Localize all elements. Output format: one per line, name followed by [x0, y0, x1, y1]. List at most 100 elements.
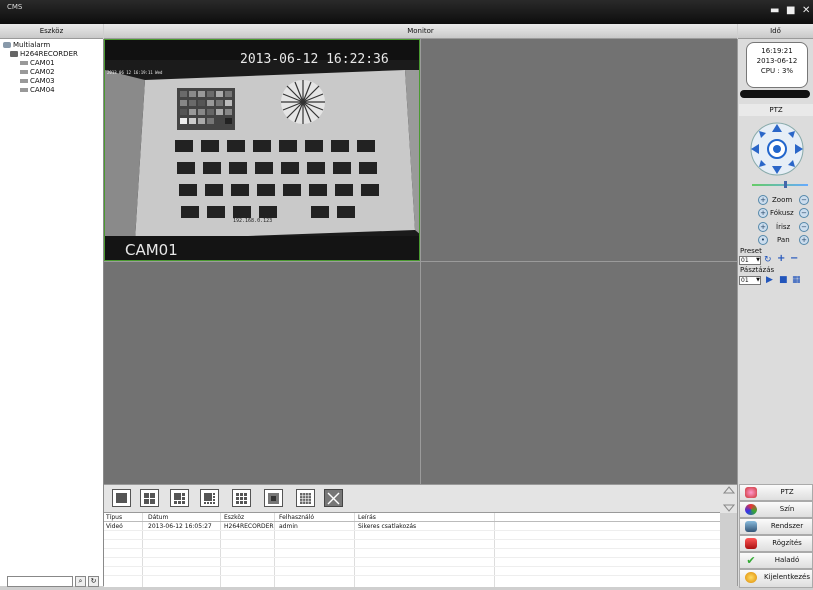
chevron-down-icon: ▼	[756, 277, 760, 283]
cell-user: admin	[279, 523, 298, 530]
camera-icon	[20, 88, 28, 92]
osd-small-timestamp: 2013 06 12 16:19:11 Wed	[107, 70, 163, 75]
refresh-icon[interactable]: ↻	[88, 576, 99, 587]
monitor-header: Monitor	[104, 24, 737, 39]
iris-label: Írisz	[776, 223, 791, 231]
menu-record-button[interactable]: Rögzítés	[739, 535, 813, 552]
search-input[interactable]	[7, 576, 73, 587]
col-header-date[interactable]: Dátum	[148, 514, 168, 522]
preset-label: Preset	[740, 247, 762, 255]
video-grid: 2013-06-12 16:22:36 2013 06 12 16:19:11 …	[104, 39, 737, 484]
video-cell-1[interactable]: 2013-06-12 16:22:36 2013 06 12 16:19:11 …	[104, 39, 420, 261]
layout-1-button[interactable]	[112, 489, 131, 507]
menu-system-button[interactable]: Rendszer	[739, 518, 813, 535]
stop-tour-icon[interactable]: ■	[779, 275, 788, 285]
osd-camera-label: CAM01	[125, 241, 178, 259]
layout-8-button[interactable]	[200, 489, 219, 507]
layout-16-button[interactable]	[296, 489, 315, 507]
col-header-user[interactable]: Felhasználó	[279, 514, 314, 522]
iris-open-button[interactable]: +	[758, 222, 768, 232]
col-header-type[interactable]: Típus	[106, 514, 122, 522]
layout-8-icon	[204, 493, 215, 504]
menu-color-button[interactable]: Szín	[739, 501, 813, 518]
app-title: CMS	[7, 3, 23, 11]
ptz-header: PTZ	[739, 104, 813, 116]
tour-settings-icon[interactable]: ▦	[792, 275, 801, 285]
up-down-arrows-icon	[722, 486, 736, 512]
play-tour-icon[interactable]: ▶	[766, 275, 773, 285]
clock-time: 16:19:21	[761, 47, 793, 55]
tree-root[interactable]: Multialarm	[3, 41, 50, 50]
col-header-desc[interactable]: Leírás	[358, 514, 376, 522]
remove-preset-icon[interactable]: −	[790, 254, 798, 264]
cell-type: Videó	[106, 523, 123, 530]
title-bar: CMS ▬ ■ ✕	[0, 0, 813, 24]
menu-logout-button[interactable]: Kijelentkezés	[739, 569, 813, 588]
osd-ip: 192.168.0.123	[233, 218, 273, 224]
add-preset-icon[interactable]: +	[777, 254, 785, 264]
layout-13-icon	[268, 493, 279, 504]
ptz-direction-icon	[750, 122, 804, 176]
layout-6-button[interactable]	[170, 489, 189, 507]
ptz-speed-slider[interactable]	[752, 184, 808, 186]
preset-select[interactable]: 01 ▼	[739, 256, 761, 265]
status-clock: 16:19:21 2013-06-12 CPU : 3%	[746, 42, 808, 88]
minimize-icon[interactable]: ▬	[770, 6, 779, 16]
record-icon	[745, 538, 757, 549]
osd-timestamp: 2013-06-12 16:22:36	[240, 52, 389, 67]
tree-camera-cam01[interactable]: CAM01	[20, 59, 55, 68]
layout-toolbar	[104, 484, 737, 513]
camera-icon	[20, 61, 28, 65]
logout-icon	[745, 572, 757, 583]
advanced-icon: ✔	[746, 554, 756, 567]
video-cell-2[interactable]	[421, 39, 737, 261]
device-header: Eszköz	[0, 24, 103, 39]
layout-6-icon	[174, 493, 185, 504]
tree-camera-cam04[interactable]: CAM04	[20, 86, 55, 95]
focus-out-button[interactable]: −	[799, 208, 809, 218]
tour-select[interactable]: 01 ▼	[739, 276, 761, 285]
close-icon[interactable]: ✕	[802, 6, 810, 16]
focus-in-button[interactable]: +	[758, 208, 768, 218]
time-header: Idő	[738, 24, 813, 39]
layout-9-icon	[236, 493, 247, 504]
menu-advanced-button[interactable]: ✔ Haladó	[739, 552, 813, 569]
cell-date: 2013-06-12 16:05:27	[148, 523, 212, 530]
cell-desc: Sikeres csatlakozás	[358, 523, 417, 530]
layout-9-button[interactable]	[232, 489, 251, 507]
recorder-icon	[10, 51, 18, 57]
layout-4-button[interactable]	[140, 489, 159, 507]
tree-camera-cam02[interactable]: CAM02	[20, 68, 55, 77]
device-tree: Multialarm H264RECORDER CAM01 CAM02 CAM0…	[0, 39, 104, 586]
video-cell-4[interactable]	[421, 262, 737, 484]
log-scroll-arrows[interactable]	[722, 485, 736, 513]
maximize-icon[interactable]: ■	[786, 6, 795, 16]
color-icon	[745, 504, 757, 515]
network-icon	[3, 42, 11, 48]
camera-icon	[20, 70, 28, 74]
tree-camera-cam03[interactable]: CAM03	[20, 77, 55, 86]
fullscreen-button[interactable]	[324, 489, 343, 507]
zoom-in-button[interactable]: +	[758, 195, 768, 205]
event-log-table: Típus Dátum Eszköz Felhasználó Leírás Vi…	[104, 512, 720, 587]
zoom-out-button[interactable]: −	[799, 195, 809, 205]
chevron-down-icon: ▼	[756, 257, 760, 263]
goto-preset-icon[interactable]: ↻	[764, 255, 772, 265]
menu-ptz-button[interactable]: PTZ	[739, 484, 813, 501]
video-cell-3[interactable]	[104, 262, 420, 484]
tree-recorder[interactable]: H264RECORDER	[10, 50, 78, 59]
pan-button[interactable]: •	[758, 235, 768, 245]
ptz-icon	[745, 487, 757, 498]
camera-icon	[20, 79, 28, 83]
col-header-device[interactable]: Eszköz	[224, 514, 244, 522]
layout-13-button[interactable]	[264, 489, 283, 507]
fullscreen-icon	[327, 492, 340, 505]
search-icon[interactable]: ⌕	[75, 576, 86, 587]
ptz-direction-pad[interactable]	[747, 121, 807, 177]
layout-16-icon	[300, 493, 311, 504]
layout-1-icon	[116, 493, 127, 503]
ptz-speed-handle[interactable]	[784, 181, 787, 188]
pan-auto-button[interactable]: +	[799, 235, 809, 245]
iris-close-button[interactable]: −	[799, 222, 809, 232]
zoom-label: Zoom	[772, 196, 793, 204]
